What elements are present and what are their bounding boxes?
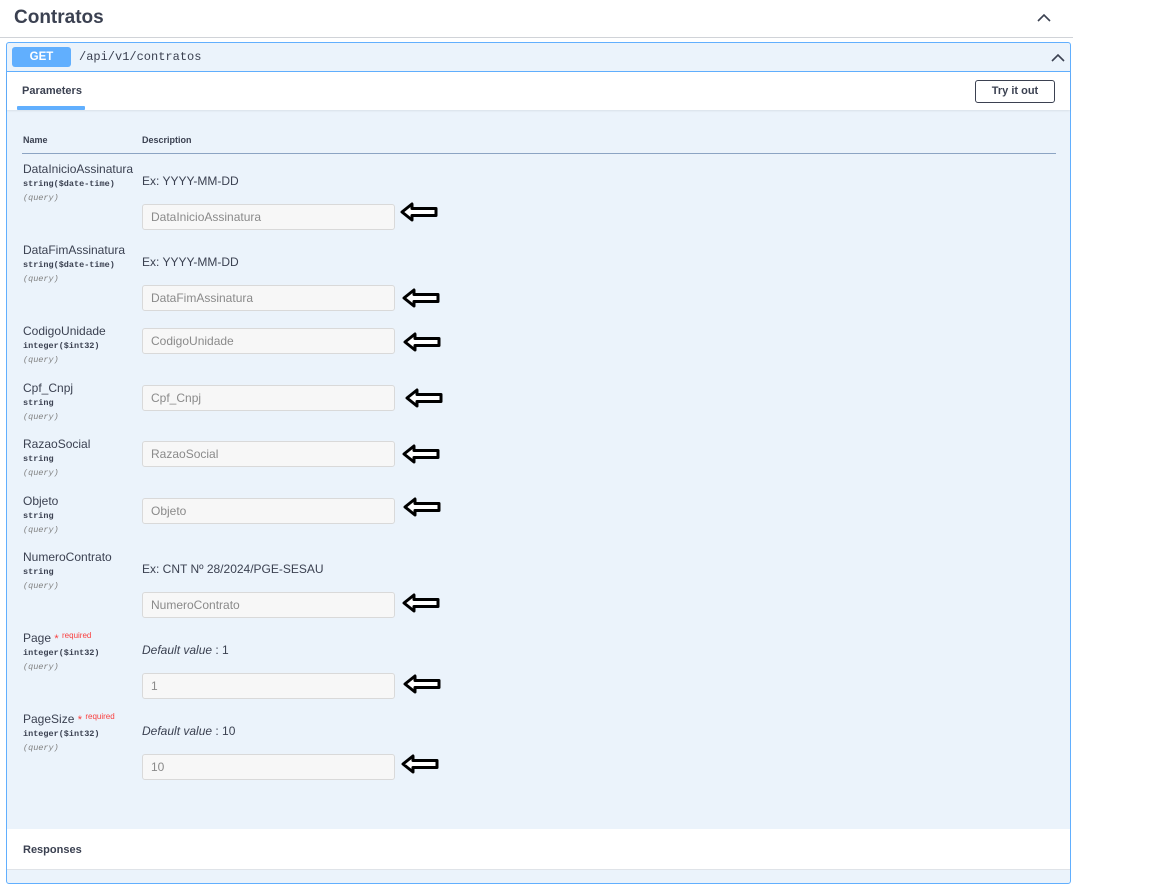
left-arrow-icon (403, 497, 441, 517)
param-location: (query) (23, 412, 59, 422)
left-arrow-icon (400, 202, 438, 222)
param-type: integer($int32) (23, 341, 100, 351)
active-tab-indicator (17, 106, 85, 110)
param-name: NumeroContrato (23, 550, 112, 564)
tag-title: Contratos (14, 7, 104, 28)
param-name: Cpf_Cnpj (23, 381, 74, 395)
left-arrow-icon (403, 674, 441, 694)
column-header-description: Description (142, 135, 192, 145)
param-input-datafimassinatura[interactable] (142, 285, 395, 311)
left-arrow-icon (401, 754, 439, 774)
param-input-numerocontrato[interactable] (142, 592, 395, 618)
left-arrow-icon (403, 332, 441, 352)
param-name: RazaoSocial (23, 437, 91, 451)
param-name: DataInicioAssinatura (23, 162, 134, 176)
param-location: (query) (23, 193, 59, 203)
param-name: Objeto (23, 494, 59, 508)
endpoint-path: /api/v1/contratos (79, 50, 202, 64)
param-type: integer($int32) (23, 648, 100, 658)
param-description: Ex: CNT Nº 28/2024/PGE-SESAU (142, 562, 324, 576)
param-type: integer($int32) (23, 729, 100, 739)
operation-block: GET /api/v1/contratos Parameters Try it … (6, 42, 1071, 884)
param-location: (query) (23, 743, 59, 753)
responses-section: Responses (7, 829, 1070, 870)
tab-parameters[interactable]: Parameters (22, 85, 82, 97)
method-badge: GET (12, 47, 71, 67)
param-name-text: PageSize (23, 712, 75, 726)
chevron-up-icon[interactable] (1051, 51, 1065, 65)
try-it-out-button[interactable]: Try it out (975, 80, 1055, 103)
param-type: string (23, 398, 54, 408)
left-arrow-icon (402, 444, 440, 464)
default-value: : 1 (212, 643, 229, 657)
param-location: (query) (23, 581, 59, 591)
param-location: (query) (23, 662, 59, 672)
param-input-page[interactable] (142, 673, 395, 699)
header-divider (22, 153, 1056, 154)
param-input-codigounidade[interactable] (142, 328, 395, 354)
required-label: required (62, 631, 92, 640)
param-type: string (23, 511, 54, 521)
left-arrow-icon (402, 593, 440, 613)
param-input-datainicioassinatura[interactable] (142, 204, 395, 230)
param-location: (query) (23, 468, 59, 478)
param-type: string($date-time) (23, 179, 115, 189)
param-location: (query) (23, 355, 59, 365)
required-label: required (85, 712, 115, 721)
param-input-pagesize[interactable] (142, 754, 395, 780)
default-value: : 10 (212, 724, 236, 738)
param-name-required: Page * required (23, 631, 91, 645)
param-location: (query) (23, 274, 59, 284)
chevron-up-icon[interactable] (1037, 11, 1051, 25)
param-name-text: Page (23, 631, 52, 645)
default-value-label: Default value (142, 724, 213, 738)
operation-summary[interactable]: GET /api/v1/contratos (7, 43, 1070, 72)
param-default: Default value : 10 (142, 724, 235, 738)
required-star: * (77, 714, 82, 726)
param-input-razaosocial[interactable] (142, 441, 395, 467)
left-arrow-icon (405, 388, 443, 408)
left-arrow-icon (402, 288, 440, 308)
responses-title: Responses (23, 844, 82, 856)
param-default: Default value : 1 (142, 643, 229, 657)
param-type: string (23, 454, 54, 464)
param-input-objeto[interactable] (142, 498, 395, 524)
param-type: string($date-time) (23, 260, 115, 270)
param-description: Ex: YYYY-MM-DD (142, 255, 239, 269)
required-star: * (54, 633, 59, 645)
column-header-name: Name (23, 135, 48, 145)
tag-header[interactable]: Contratos (0, 0, 1073, 38)
default-value-label: Default value (142, 643, 213, 657)
param-type: string (23, 567, 54, 577)
param-name-required: PageSize * required (23, 712, 115, 726)
param-name: DataFimAssinatura (23, 243, 126, 257)
param-location: (query) (23, 525, 59, 535)
tab-bar: Parameters Try it out (7, 72, 1070, 110)
param-input-cpf-cnpj[interactable] (142, 385, 395, 411)
param-description: Ex: YYYY-MM-DD (142, 174, 239, 188)
param-name: CodigoUnidade (23, 324, 106, 338)
